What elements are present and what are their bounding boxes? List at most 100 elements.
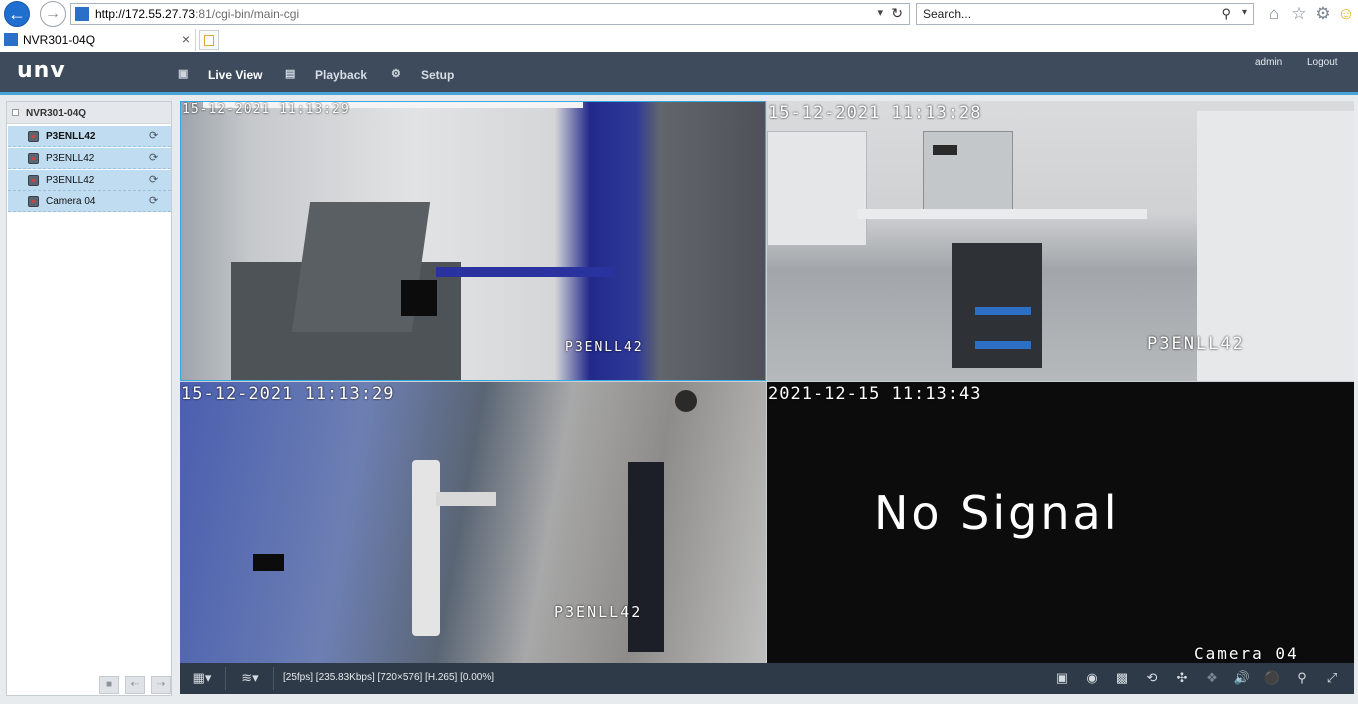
layout-grid-button[interactable]: ▦▾ xyxy=(188,669,216,687)
fullscreen-button[interactable]: ⤢ xyxy=(1321,669,1343,687)
tile-timestamp: 15-12-2021 11:13:29 xyxy=(181,384,395,404)
collapse-icon[interactable] xyxy=(12,109,19,116)
tile-camera-name: P3ENLL42 xyxy=(565,340,644,355)
tile-camera-name: P3ENLL42 xyxy=(1147,334,1245,354)
camera-item-3[interactable]: P3ENLL42 ⟳ xyxy=(8,170,171,191)
ups-display xyxy=(933,145,957,155)
arrow-left-icon: ← xyxy=(8,4,26,24)
device-tree-root[interactable]: NVR301-04Q xyxy=(7,102,171,124)
snapshot-button[interactable]: ◉ xyxy=(1081,669,1103,687)
person-figure xyxy=(628,462,664,652)
camera-snapshot-icon: ◉ xyxy=(1086,670,1098,685)
zoom-rotate-button[interactable]: ⟲ xyxy=(1141,669,1163,687)
tile-timestamp: 15-12-2021 11:13:29 xyxy=(182,102,350,117)
no-signal-message: No Signal xyxy=(874,486,1120,540)
arrow-right-icon: ⇢ xyxy=(156,679,166,690)
address-dropdown-icon[interactable]: ▾ xyxy=(877,6,883,19)
favorites-star-icon[interactable]: ☆ xyxy=(1289,4,1309,24)
door-handle-plate xyxy=(412,460,440,636)
settings-gear-icon[interactable]: ⚙ xyxy=(1313,4,1333,24)
rack-cabinet xyxy=(952,243,1042,368)
search-icon[interactable]: ⚲ xyxy=(1221,6,1231,22)
sidebar-footer: ■ ⇠ ⇢ xyxy=(95,676,175,694)
back-button[interactable]: ← xyxy=(4,1,30,27)
camera-item-1[interactable]: P3ENLL42 ⟳ xyxy=(8,126,171,147)
record-status-icon[interactable]: ⟳ xyxy=(149,194,164,208)
wall-fan xyxy=(675,390,697,412)
record-status-icon[interactable]: ⟳ xyxy=(149,151,164,165)
film-icon: ▤ xyxy=(285,68,296,80)
next-page-button[interactable]: ⇢ xyxy=(151,676,171,694)
microphone-icon: ⚫ xyxy=(1263,670,1281,685)
camera-item-4[interactable]: Camera 04 ⟳ xyxy=(8,191,171,212)
search-input[interactable]: Search... ⚲ ▾ xyxy=(916,3,1254,25)
device-name: NVR301-04Q xyxy=(26,108,87,119)
video-tile-3[interactable]: 15-12-2021 11:13:29 P3ENLL42 xyxy=(180,382,766,663)
grid-icon: ▦▾ xyxy=(192,670,212,685)
rack-tray-1 xyxy=(975,307,1031,315)
new-tab-button[interactable] xyxy=(199,30,219,50)
prev-page-button[interactable]: ⇠ xyxy=(125,676,145,694)
close-tab-icon[interactable]: × xyxy=(182,31,190,47)
window-icon: ▣ xyxy=(1055,670,1069,685)
arrow-right-icon: → xyxy=(45,5,61,22)
ptz-button[interactable]: ✣ xyxy=(1171,669,1193,687)
privacy-mask xyxy=(401,280,437,316)
site-favicon-icon xyxy=(75,7,89,21)
fullscreen-icon: ⤢ xyxy=(1326,670,1338,685)
camera-label: P3ENLL42 xyxy=(46,131,96,142)
home-icon[interactable]: ⌂ xyxy=(1264,4,1284,24)
clapperboard-icon: ▩ xyxy=(1115,670,1129,685)
audio-button[interactable]: 🔊 xyxy=(1231,669,1253,687)
nav-label: Playback xyxy=(315,68,368,82)
tile-timestamp: 15-12-2021 11:13:28 xyxy=(768,103,982,123)
forward-button[interactable]: → xyxy=(40,1,66,27)
window-mode-button[interactable]: ▣ xyxy=(1051,669,1073,687)
browser-tab-strip: NVR301-04Q × xyxy=(0,28,1358,52)
talk-button[interactable]: ⚫ xyxy=(1261,669,1283,687)
camera-label: P3ENLL42 xyxy=(46,153,95,164)
camera-label: P3ENLL42 xyxy=(46,175,95,186)
rack-tray-2 xyxy=(975,341,1031,349)
search-dropdown-icon[interactable]: ▾ xyxy=(1242,7,1247,18)
video-grid: 15-12-2021 11:13:29 P3ENLL42 15-12-2021 … xyxy=(180,101,1354,663)
record-status-icon[interactable]: ⟳ xyxy=(149,173,164,187)
shelf xyxy=(857,209,1147,219)
video-tile-2[interactable]: 15-12-2021 11:13:28 P3ENLL42 xyxy=(767,101,1354,381)
digital-zoom-button[interactable]: ⚲ xyxy=(1291,669,1313,687)
toolbar-separator xyxy=(273,667,274,690)
smiley-feedback-icon[interactable]: ☺ xyxy=(1336,4,1356,24)
toolbar-separator xyxy=(225,667,226,690)
logout-link[interactable]: Logout xyxy=(1307,57,1338,68)
refresh-icon[interactable]: ↻ xyxy=(891,5,903,22)
wall-panel xyxy=(767,131,867,246)
stop-all-button[interactable]: ■ xyxy=(99,676,119,694)
main-area: NVR301-04Q P3ENLL42 ⟳ P3ENLL42 ⟳ P3ENLL4… xyxy=(0,95,1358,704)
door-handle xyxy=(436,492,496,506)
tile-camera-name: P3ENLL42 xyxy=(554,603,643,621)
user-name: admin xyxy=(1255,57,1283,68)
camera-icon xyxy=(28,131,39,142)
camera-icon xyxy=(28,153,39,164)
url-text[interactable]: http://172.55.27.73:81/cgi-bin/main-cgi xyxy=(95,7,299,21)
camera-icon xyxy=(28,175,39,186)
brand-logo: unv xyxy=(17,58,66,83)
ptz-icon: ✣ xyxy=(1176,670,1188,685)
record-status-icon[interactable]: ⟳ xyxy=(149,129,164,143)
camera-item-2[interactable]: P3ENLL42 ⟳ xyxy=(8,148,171,169)
record-button[interactable]: ▩ xyxy=(1111,669,1133,687)
stream-select-button[interactable]: ≋▾ xyxy=(235,669,265,687)
browser-toolbar: ← → http://172.55.27.73:81/cgi-bin/main-… xyxy=(0,0,1358,28)
stop-icon: ■ xyxy=(105,679,113,690)
browser-tab[interactable]: NVR301-04Q × xyxy=(0,29,196,51)
fisheye-button[interactable]: ❖ xyxy=(1201,669,1223,687)
tab-favicon-icon xyxy=(4,33,18,46)
tile-camera-name: Camera 04 xyxy=(1194,644,1299,663)
address-bar[interactable]: http://172.55.27.73:81/cgi-bin/main-cgi … xyxy=(70,3,910,25)
video-tile-4[interactable]: 2021-12-15 11:13:43 No Signal Camera 04 xyxy=(767,382,1354,663)
speaker-icon: 🔊 xyxy=(1233,670,1251,685)
gear-icon: ⚙ xyxy=(391,68,401,80)
video-tile-1[interactable]: 15-12-2021 11:13:29 P3ENLL42 xyxy=(180,101,766,381)
nav-label: Live View xyxy=(208,68,263,82)
zoom-icon: ⚲ xyxy=(1297,670,1307,685)
